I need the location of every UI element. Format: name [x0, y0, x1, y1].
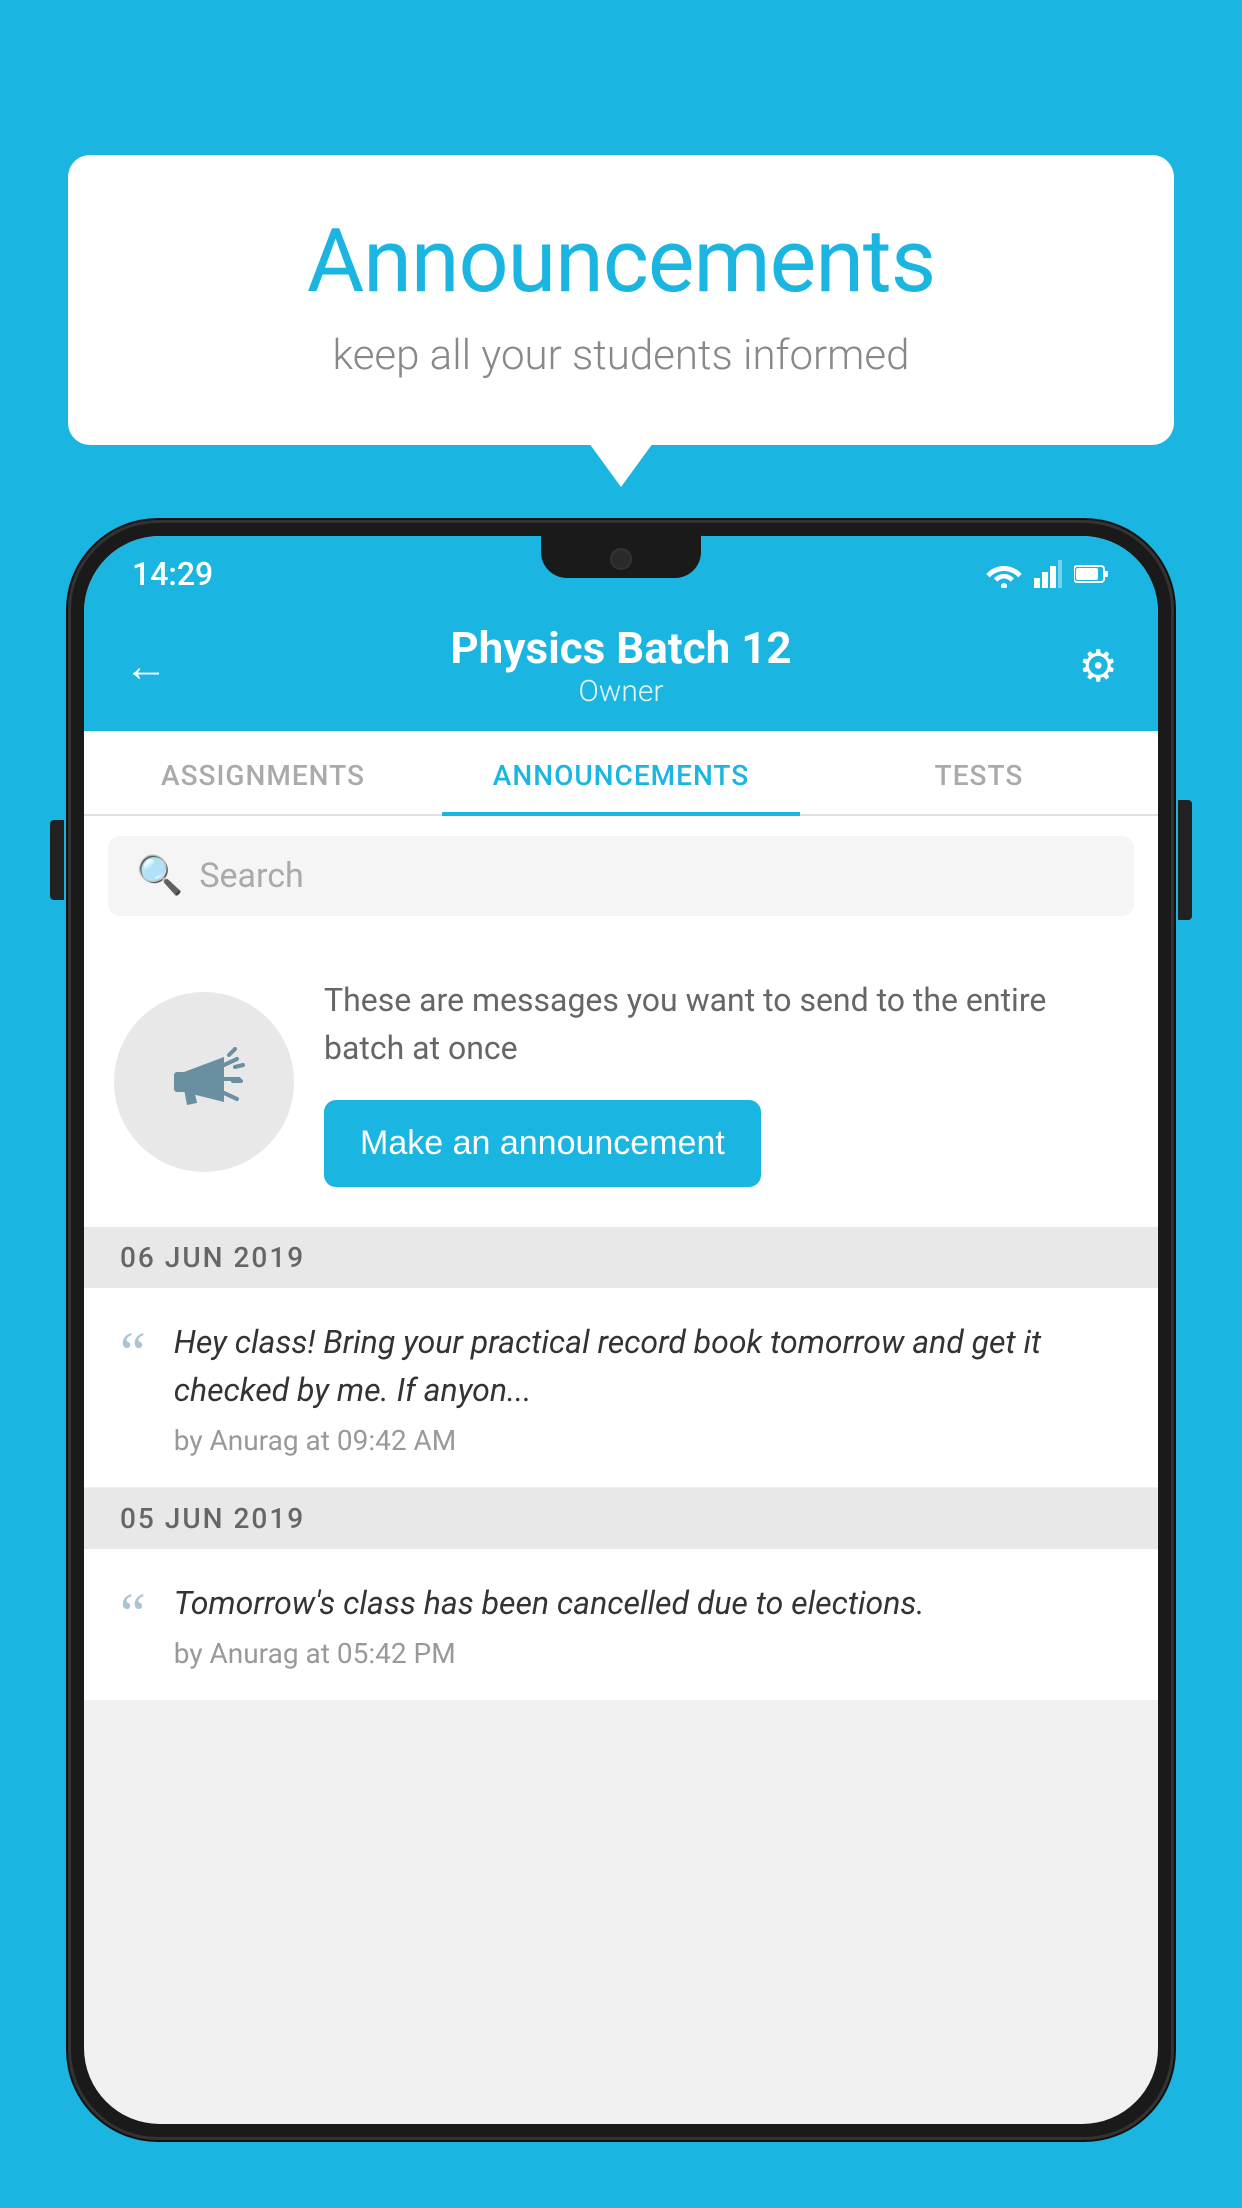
megaphone-icon — [159, 1037, 249, 1127]
search-container: 🔍 Search — [84, 816, 1158, 936]
date-divider-1: 06 JUN 2019 — [84, 1227, 1158, 1288]
search-bar[interactable]: 🔍 Search — [108, 836, 1134, 916]
wifi-icon — [986, 560, 1022, 588]
megaphone-icon-circle — [114, 992, 294, 1172]
promo-area: These are messages you want to send to t… — [84, 936, 1158, 1227]
header-title-group: Physics Batch 12 Owner — [184, 622, 1058, 709]
make-announcement-button[interactable]: Make an announcement — [324, 1100, 761, 1187]
tab-tests[interactable]: TESTS — [800, 731, 1158, 814]
announcement-item-1[interactable]: “ Hey class! Bring your practical record… — [84, 1288, 1158, 1488]
search-placeholder: Search — [199, 856, 303, 896]
settings-button[interactable]: ⚙ — [1058, 640, 1118, 692]
notch — [541, 536, 701, 578]
announcement-text-2: Tomorrow's class has been cancelled due … — [174, 1579, 1122, 1627]
status-time: 14:29 — [132, 555, 213, 593]
announcement-meta-2: by Anurag at 05:42 PM — [174, 1637, 1122, 1670]
status-icons — [986, 560, 1110, 588]
speech-bubble-title: Announcements — [128, 210, 1114, 313]
speech-bubble: Announcements keep all your students inf… — [68, 155, 1174, 445]
phone-outer: 14:29 — [68, 520, 1174, 2140]
tab-announcements[interactable]: ANNOUNCEMENTS — [442, 731, 800, 814]
announcement-text-1: Hey class! Bring your practical record b… — [174, 1318, 1122, 1414]
battery-icon — [1074, 564, 1110, 584]
announcement-content-2: Tomorrow's class has been cancelled due … — [174, 1579, 1122, 1670]
phone-inner: 14:29 — [84, 536, 1158, 2124]
signal-icon — [1034, 560, 1062, 588]
date-divider-2: 05 JUN 2019 — [84, 1488, 1158, 1549]
back-button[interactable]: ← — [124, 640, 184, 692]
phone-mockup: 14:29 — [68, 520, 1174, 2208]
announcement-meta-1: by Anurag at 09:42 AM — [174, 1424, 1122, 1457]
quote-icon-2: “ — [120, 1585, 146, 1643]
promo-right: These are messages you want to send to t… — [324, 976, 1128, 1187]
header-subtitle: Owner — [184, 674, 1058, 709]
promo-message: These are messages you want to send to t… — [324, 976, 1128, 1072]
quote-icon-1: “ — [120, 1324, 146, 1382]
speech-bubble-container: Announcements keep all your students inf… — [68, 155, 1174, 445]
camera — [610, 548, 632, 570]
announcement-item-2[interactable]: “ Tomorrow's class has been cancelled du… — [84, 1549, 1158, 1701]
tab-assignments[interactable]: ASSIGNMENTS — [84, 731, 442, 814]
search-icon: 🔍 — [136, 854, 183, 898]
speech-bubble-subtitle: keep all your students informed — [128, 331, 1114, 380]
announcement-content-1: Hey class! Bring your practical record b… — [174, 1318, 1122, 1457]
tabs-bar: ASSIGNMENTS ANNOUNCEMENTS TESTS — [84, 731, 1158, 816]
header-title: Physics Batch 12 — [184, 622, 1058, 674]
app-header: ← Physics Batch 12 Owner ⚙ — [84, 604, 1158, 731]
